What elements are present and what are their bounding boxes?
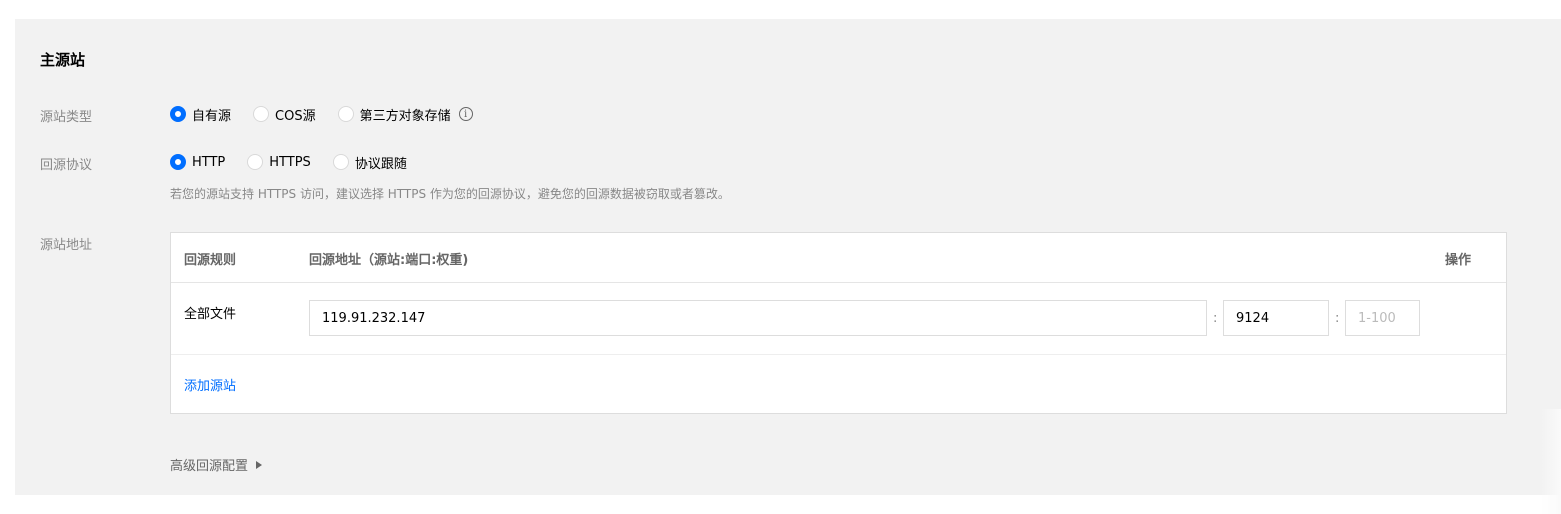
protocol-radio-group: HTTP HTTPS 协议跟随: [170, 152, 429, 172]
separator: :: [1335, 311, 1340, 326]
caret-right-icon: [256, 460, 263, 469]
protocol-hint: 若您的源站支持 HTTPS 访问，建议选择 HTTPS 作为您的回源协议，避免您…: [170, 187, 730, 201]
column-header-actions: 操作: [1445, 253, 1472, 268]
radio-origin-cos[interactable]: COS源: [253, 105, 316, 124]
weight-input[interactable]: [1345, 300, 1420, 336]
table-row: 全部文件 : :: [171, 283, 1506, 355]
radio-label: COS源: [275, 108, 316, 124]
radio-label: 自有源: [192, 108, 232, 124]
origin-type-label: 源站类型: [40, 110, 93, 125]
column-header-rule: 回源规则: [184, 253, 237, 268]
radio-origin-third-party[interactable]: 第三方对象存储: [337, 105, 451, 124]
advanced-config-toggle[interactable]: 高级回源配置: [170, 455, 263, 474]
radio-unchecked-icon: [337, 106, 354, 122]
info-icon[interactable]: i: [458, 107, 473, 121]
rule-cell: 全部文件: [184, 307, 237, 322]
origin-address-table: 回源规则 回源地址（源站:端口:权重) 操作 全部文件 : : 添加源站: [170, 232, 1507, 414]
radio-protocol-http[interactable]: HTTP: [170, 154, 225, 170]
radio-label: 协议跟随: [354, 156, 407, 172]
table-header: 回源规则 回源地址（源站:端口:权重) 操作: [171, 233, 1506, 283]
radio-unchecked-icon: [332, 154, 349, 170]
column-header-address: 回源地址（源站:端口:权重): [309, 253, 469, 268]
origin-address-label: 源站地址: [40, 238, 93, 253]
radio-unchecked-icon: [247, 154, 264, 170]
separator: :: [1213, 311, 1218, 326]
radio-unchecked-icon: [253, 106, 270, 122]
origin-type-radio-group: 自有源 COS源 第三方对象存储 i: [170, 104, 473, 124]
section-title: 主源站: [40, 51, 86, 69]
port-input[interactable]: [1223, 300, 1329, 336]
main-origin-panel: 主源站 源站类型 自有源 COS源 第三方对象存储 i 回源协议 HTTP HT…: [15, 19, 1561, 514]
radio-label: HTTPS: [269, 154, 311, 170]
radio-protocol-follow[interactable]: 协议跟随: [332, 153, 407, 172]
add-origin-link[interactable]: 添加源站: [184, 375, 236, 394]
radio-checked-icon: [170, 106, 186, 122]
radio-label: HTTP: [192, 154, 226, 170]
radio-label: 第三方对象存储: [359, 108, 451, 124]
origin-address-input[interactable]: [309, 300, 1207, 336]
radio-origin-self[interactable]: 自有源: [170, 105, 231, 124]
radio-checked-icon: [170, 154, 186, 170]
advanced-config-label: 高级回源配置: [170, 459, 249, 474]
edge-shadow: [1541, 409, 1561, 514]
radio-protocol-https[interactable]: HTTPS: [247, 154, 311, 170]
protocol-label: 回源协议: [40, 158, 93, 173]
